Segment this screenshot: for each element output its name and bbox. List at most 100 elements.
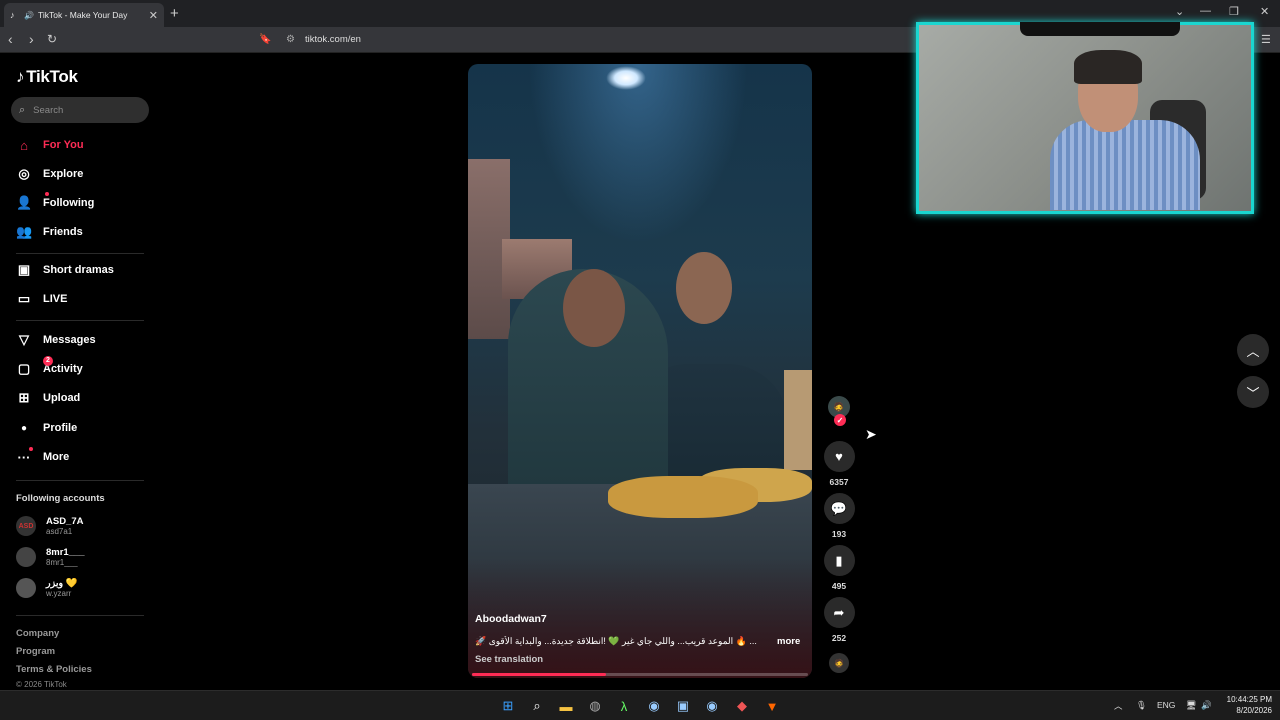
- clock-date: 8/20/2026: [1236, 706, 1272, 715]
- webcam-scene: [1074, 50, 1142, 84]
- account-handle: 8mr1___: [46, 558, 78, 567]
- sidebar-item-more[interactable]: ··· More: [16, 447, 69, 467]
- heart-icon: ♥: [823, 441, 855, 472]
- sidebar-item-activity[interactable]: 2 ▢ Activity: [16, 356, 83, 379]
- sidebar-item-friends[interactable]: 👥 Friends: [16, 222, 83, 242]
- windows-start-icon[interactable]: ⊞: [498, 696, 518, 716]
- bookmark-icon[interactable]: 🔖: [259, 34, 271, 45]
- avatar: [16, 578, 36, 598]
- close-tab-icon[interactable]: ✕: [149, 9, 158, 22]
- video-progress-fill: [472, 673, 607, 676]
- forward-icon[interactable]: ›: [29, 31, 34, 47]
- terminal-icon[interactable]: λ: [614, 696, 634, 716]
- minimize-icon[interactable]: —: [1200, 5, 1211, 17]
- sidebar-item-for-you[interactable]: ⌂ For You: [16, 135, 83, 155]
- microphone-icon[interactable]: 🎙: [1136, 700, 1147, 711]
- sidebar-item-upload[interactable]: ⊞ Upload: [16, 388, 81, 408]
- file-explorer-icon[interactable]: ▬: [556, 696, 576, 716]
- share-count: 252: [831, 633, 847, 643]
- chevron-up-icon: ︿: [1246, 343, 1260, 359]
- compass-icon: ◎: [18, 166, 30, 181]
- url-field[interactable]: tiktok.com/en: [305, 34, 361, 45]
- steam-icon[interactable]: ◉: [702, 696, 722, 716]
- like-count: 6357: [829, 477, 849, 487]
- search-icon[interactable]: ⌕: [527, 696, 547, 716]
- avatar: ASD: [16, 516, 36, 536]
- window-app-icon[interactable]: ▣: [673, 696, 693, 716]
- language-indicator[interactable]: ENG: [1157, 700, 1175, 710]
- video-player[interactable]: Aboodadwan7 🚀 الموعد قريب... واللي جاي غ…: [468, 64, 812, 678]
- follow-check-icon[interactable]: ✓: [834, 414, 846, 426]
- account-item[interactable]: ASD ASD_7A asd7a1: [16, 514, 84, 538]
- webcam-frame-top: [1020, 22, 1180, 36]
- notification-dot: [29, 447, 33, 451]
- mouse-cursor-icon: ➤: [865, 426, 877, 442]
- sidebar-item-profile[interactable]: ● Profile: [16, 418, 77, 438]
- music-disc-icon[interactable]: 🧔: [829, 653, 849, 673]
- webcam-scene: [1050, 120, 1200, 210]
- plus-square-icon: ⊞: [18, 390, 30, 405]
- comment-count: 193: [831, 529, 847, 539]
- see-translation-link[interactable]: See translation: [475, 654, 543, 665]
- share-button[interactable]: ➦ 252: [822, 597, 856, 643]
- network-icon[interactable]: 🖥: [1186, 700, 1197, 711]
- close-window-icon[interactable]: ✕: [1260, 5, 1269, 18]
- tab-title: TikTok - Make Your Day: [37, 10, 128, 20]
- new-tab-icon[interactable]: +: [170, 5, 179, 22]
- sidebar-item-messages[interactable]: ▽ Messages: [16, 330, 96, 350]
- sidebar-item-explore[interactable]: ◎ Explore: [16, 164, 83, 184]
- tab-search-chevron-icon[interactable]: ⌄: [1175, 5, 1184, 18]
- next-video-button[interactable]: ﹀: [1237, 376, 1269, 408]
- bookmark-icon: ▮: [823, 545, 855, 576]
- steam-icon[interactable]: ◉: [644, 696, 664, 716]
- tiktok-favicon-icon: ♪: [10, 10, 15, 20]
- save-button[interactable]: ▮ 495: [822, 545, 856, 591]
- tiktok-logo[interactable]: ♪ TikTok: [16, 67, 78, 87]
- tray-chevron-up-icon[interactable]: ︿: [1114, 700, 1123, 712]
- more-dots-icon: ···: [17, 449, 31, 465]
- caption-more-button[interactable]: more: [777, 636, 800, 647]
- account-handle: w.yzarr: [46, 589, 72, 598]
- back-icon[interactable]: ‹: [8, 31, 13, 47]
- footer-link-company[interactable]: Company: [16, 628, 59, 639]
- app-icon[interactable]: ◍: [585, 696, 605, 716]
- video-progress-bar[interactable]: [472, 673, 808, 676]
- video-scene: [528, 64, 748, 244]
- speaker-icon[interactable]: 🔊: [24, 11, 34, 20]
- clock-time: 10:44:25 PM: [1226, 695, 1272, 704]
- video-scene: [608, 476, 758, 518]
- account-handle: asd7a1: [46, 527, 73, 536]
- sidebar-item-following[interactable]: 👤 Following: [16, 192, 94, 213]
- like-button[interactable]: ♥ 6357: [822, 441, 856, 487]
- restore-icon[interactable]: ❐: [1229, 5, 1239, 18]
- reload-icon[interactable]: ↻: [47, 32, 57, 46]
- footer-link-program[interactable]: Program: [16, 646, 55, 657]
- tiktok-note-icon: ♪: [16, 67, 25, 86]
- comment-button[interactable]: 💬 193: [822, 493, 856, 539]
- site-info-icon[interactable]: ⚙: [286, 34, 295, 45]
- browser-tab[interactable]: ♪ 🔊 TikTok - Make Your Day ✕: [4, 3, 164, 27]
- account-item[interactable]: وبزر 💛 w.yzarr: [16, 576, 78, 600]
- brave-browser-icon[interactable]: ▼: [762, 696, 782, 716]
- friends-icon: 👥: [16, 224, 33, 239]
- sidebar: ♪ TikTok ⌕ Search ⌂ For You ◎ Explore 👤 Foll…: [0, 54, 160, 690]
- previous-video-button[interactable]: ︿: [1237, 334, 1269, 366]
- search-placeholder: Search: [33, 104, 64, 116]
- account-item[interactable]: 8mr1___ 8mr1___: [16, 545, 85, 569]
- comment-icon: 💬: [823, 493, 855, 524]
- sidebar-item-short-dramas[interactable]: ▣ Short dramas: [16, 260, 114, 280]
- send-icon: ▽: [19, 332, 29, 347]
- footer-link-terms[interactable]: Terms & Policies: [16, 664, 92, 675]
- video-author[interactable]: Aboodadwan7: [475, 613, 547, 625]
- windows-taskbar: ⊞ ⌕ ▬ ◍ λ ◉ ▣ ◉ ◆ ▼ ︿ 🎙 ENG 🖥 🔊 10:44:25…: [0, 690, 1280, 720]
- activity-badge: 2: [43, 356, 53, 366]
- menu-icon[interactable]: ☰: [1261, 33, 1271, 46]
- clock[interactable]: 10:44:25 PM 8/20/2026: [1208, 694, 1272, 716]
- app-icon[interactable]: ◆: [732, 696, 752, 716]
- divider: [16, 615, 144, 616]
- account-name: 8mr1___: [46, 547, 85, 558]
- search-input[interactable]: ⌕ Search: [11, 97, 149, 123]
- search-icon: ⌕: [19, 103, 26, 116]
- video-scene: [784, 370, 812, 470]
- sidebar-item-live[interactable]: ▭ LIVE: [16, 289, 68, 309]
